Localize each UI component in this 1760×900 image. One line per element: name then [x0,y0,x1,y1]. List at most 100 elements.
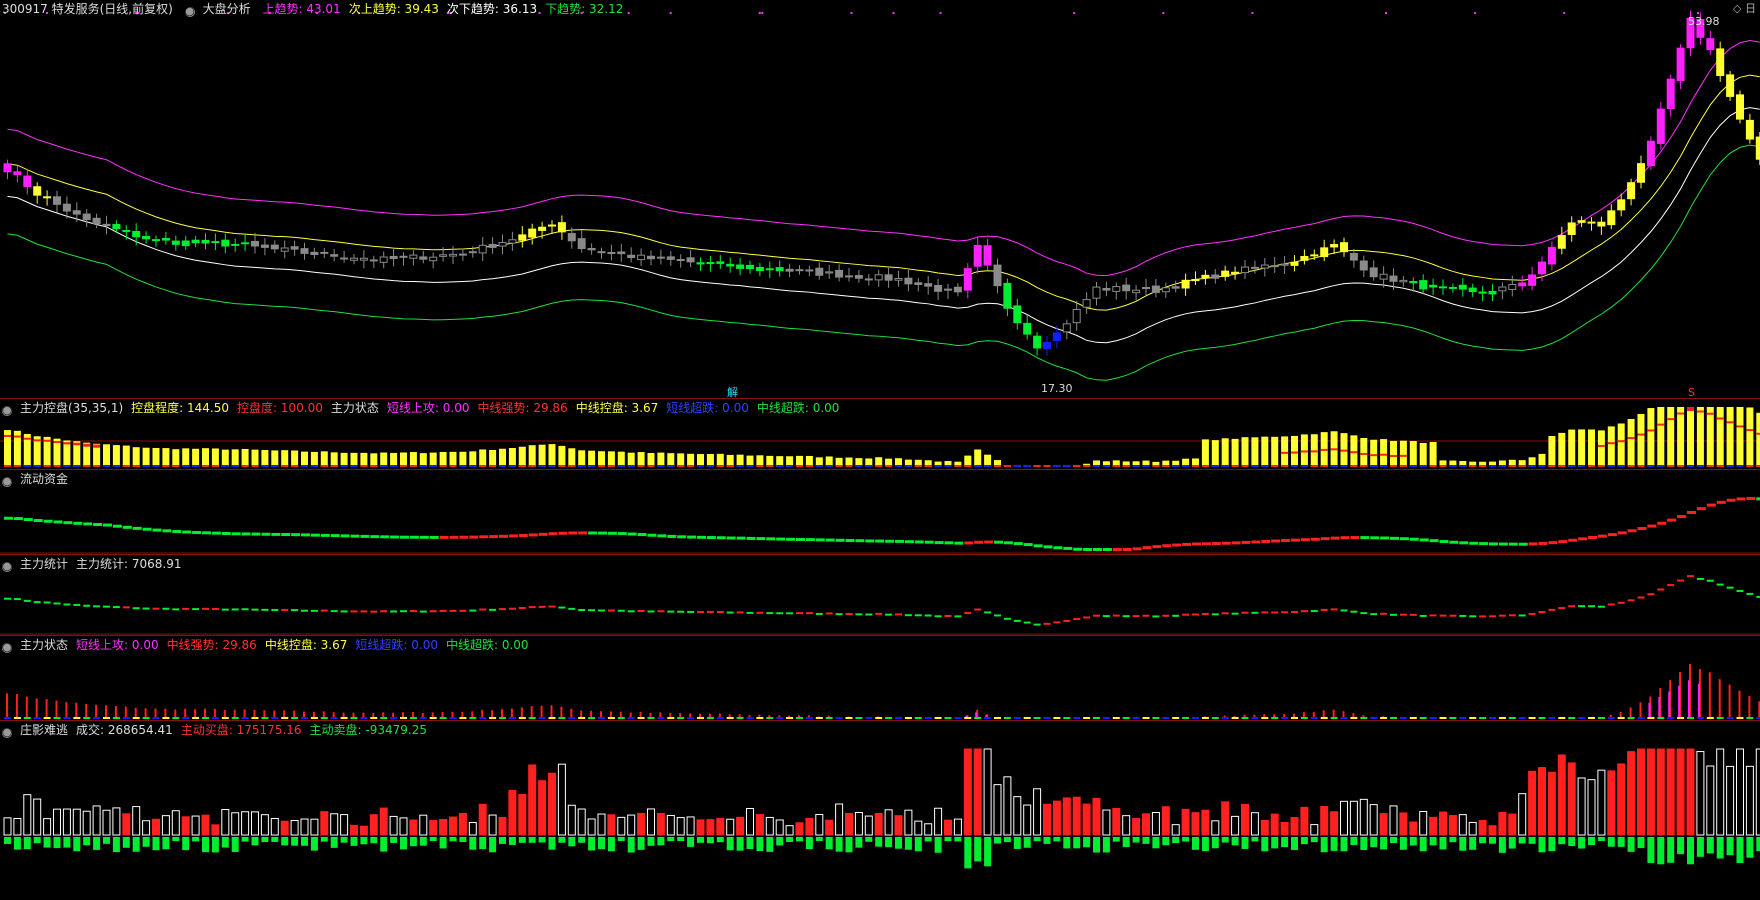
liquidity-step [756,537,766,541]
candle [3,163,12,173]
control-base-tick [776,465,784,467]
sell-volume-bar [736,837,744,851]
stats-step [1063,620,1071,623]
stats-panel[interactable]: ◯ 主力统计 主力统计: 7068.91 [0,555,1760,635]
status-bar [25,696,28,718]
status-panel[interactable]: ◯ 主力状态 短线上攻: 0.00 中线强势: 29.86 中线控盘: 3.67 短线超跌… [0,636,1760,720]
sell-volume-bar [1360,837,1368,851]
candle [557,222,566,233]
toggle-icon[interactable]: ◯ [2,477,12,487]
liquidity-step [439,535,449,539]
toggle-icon[interactable]: ◯ [2,728,12,738]
volume-panel[interactable]: ◯ 庄影难逃 成交: 268654.41 主动买盘: 175175.16 主动卖盘: -… [0,721,1760,900]
status-base-tick [964,717,972,719]
candle [1676,47,1685,82]
control-bar [1637,413,1645,467]
stats-step [251,608,259,611]
liquidity-step [241,532,251,536]
liquidity-step [1568,538,1578,542]
status-base-tick [1023,717,1031,719]
candlestick-chart[interactable]: 53.9817.30解 S [0,0,1760,398]
status-base-tick [122,717,130,719]
liquidity-step [1251,540,1261,544]
status-base-tick [1647,717,1655,719]
status-base-tick [1489,717,1496,719]
control-base-tick [1607,465,1615,467]
candle [746,264,754,270]
control-panel[interactable]: ◯ 主力控盘(35,35,1) 控盘程度: 144.50 控盘度: 100.00 主力状… [0,399,1760,469]
control-base-tick [934,465,942,467]
toggle-icon[interactable]: ◯ [2,562,12,572]
control-base-tick [1162,465,1170,467]
sell-volume-bar [835,837,843,852]
candle [1330,244,1339,248]
control-bar [518,446,526,467]
toggle-icon[interactable]: ◯ [2,406,12,416]
liquidity-step [875,539,885,543]
control-strong-bar [1399,454,1407,457]
candle [241,242,250,245]
buy-volume-bar [132,806,141,836]
liquidity-step [736,536,746,540]
sell-volume-bar [667,837,675,842]
toggle-icon[interactable]: ◯ [2,643,12,653]
liquidity-chart[interactable] [0,470,1760,554]
status-base-tick [1003,717,1011,719]
control-strong-bar [1637,433,1645,436]
candle [1340,242,1348,253]
sell-volume-bar [1251,837,1259,842]
liquidity-step [855,539,865,543]
stats-step [786,612,794,615]
status-base-tick [53,717,61,719]
buy-volume-bar [1528,770,1537,836]
control-strong-bar [83,443,91,447]
stats-step [281,608,289,611]
legend-item: 中线超跌: 0.00 [445,638,529,652]
liquidity-panel[interactable]: ◯ 流动资金 [0,470,1760,554]
sell-volume-bar [1003,837,1011,843]
signal-dot [758,12,761,14]
liquidity-step [657,534,667,538]
buy-volume-bar [1567,762,1576,836]
stats-chart[interactable] [0,555,1760,635]
stats-step [103,605,110,608]
control-bar [211,448,219,467]
toggle-icon[interactable]: ◯ [184,7,195,17]
signal-dot [669,12,672,14]
buy-volume-bar [310,818,319,836]
buy-volume-bar [706,819,715,836]
buy-volume-bar [1547,771,1556,836]
volume-chart[interactable] [0,721,1760,900]
buy-volume-bar [1676,748,1685,836]
buy-volume-bar [1726,765,1735,836]
control-base-tick [1310,465,1318,467]
sell-volume-bar [598,837,605,850]
candle [716,261,725,264]
stats-step [1578,605,1586,608]
control-bar [409,452,417,467]
control-bar [1211,440,1219,467]
stats-step [1736,589,1744,592]
control-base-tick [499,465,506,467]
buy-volume-bar [270,817,279,836]
candle [280,247,289,252]
stats-step [350,610,358,613]
control-bar [1736,407,1744,467]
status-base-tick [805,717,813,719]
candle [894,278,903,281]
status-bar [540,705,543,718]
control-bar [340,452,348,467]
control-bar [677,453,685,467]
main-price-panel[interactable]: 300917 特发服务(日线,前复权) ◯ 大盘分析 上趋势: 43.01 次上趋势… [0,0,1760,398]
control-bar [390,452,398,467]
buy-volume-bar [1379,813,1388,836]
candle [399,255,408,258]
control-strong-bar [1380,453,1388,456]
status-base-tick [1053,717,1061,719]
candle [270,244,279,250]
sell-volume-bar [172,837,180,842]
sell-volume-bar [974,837,982,862]
stats-step [1241,611,1249,614]
liquidity-step [93,523,103,527]
candle [1033,335,1042,349]
